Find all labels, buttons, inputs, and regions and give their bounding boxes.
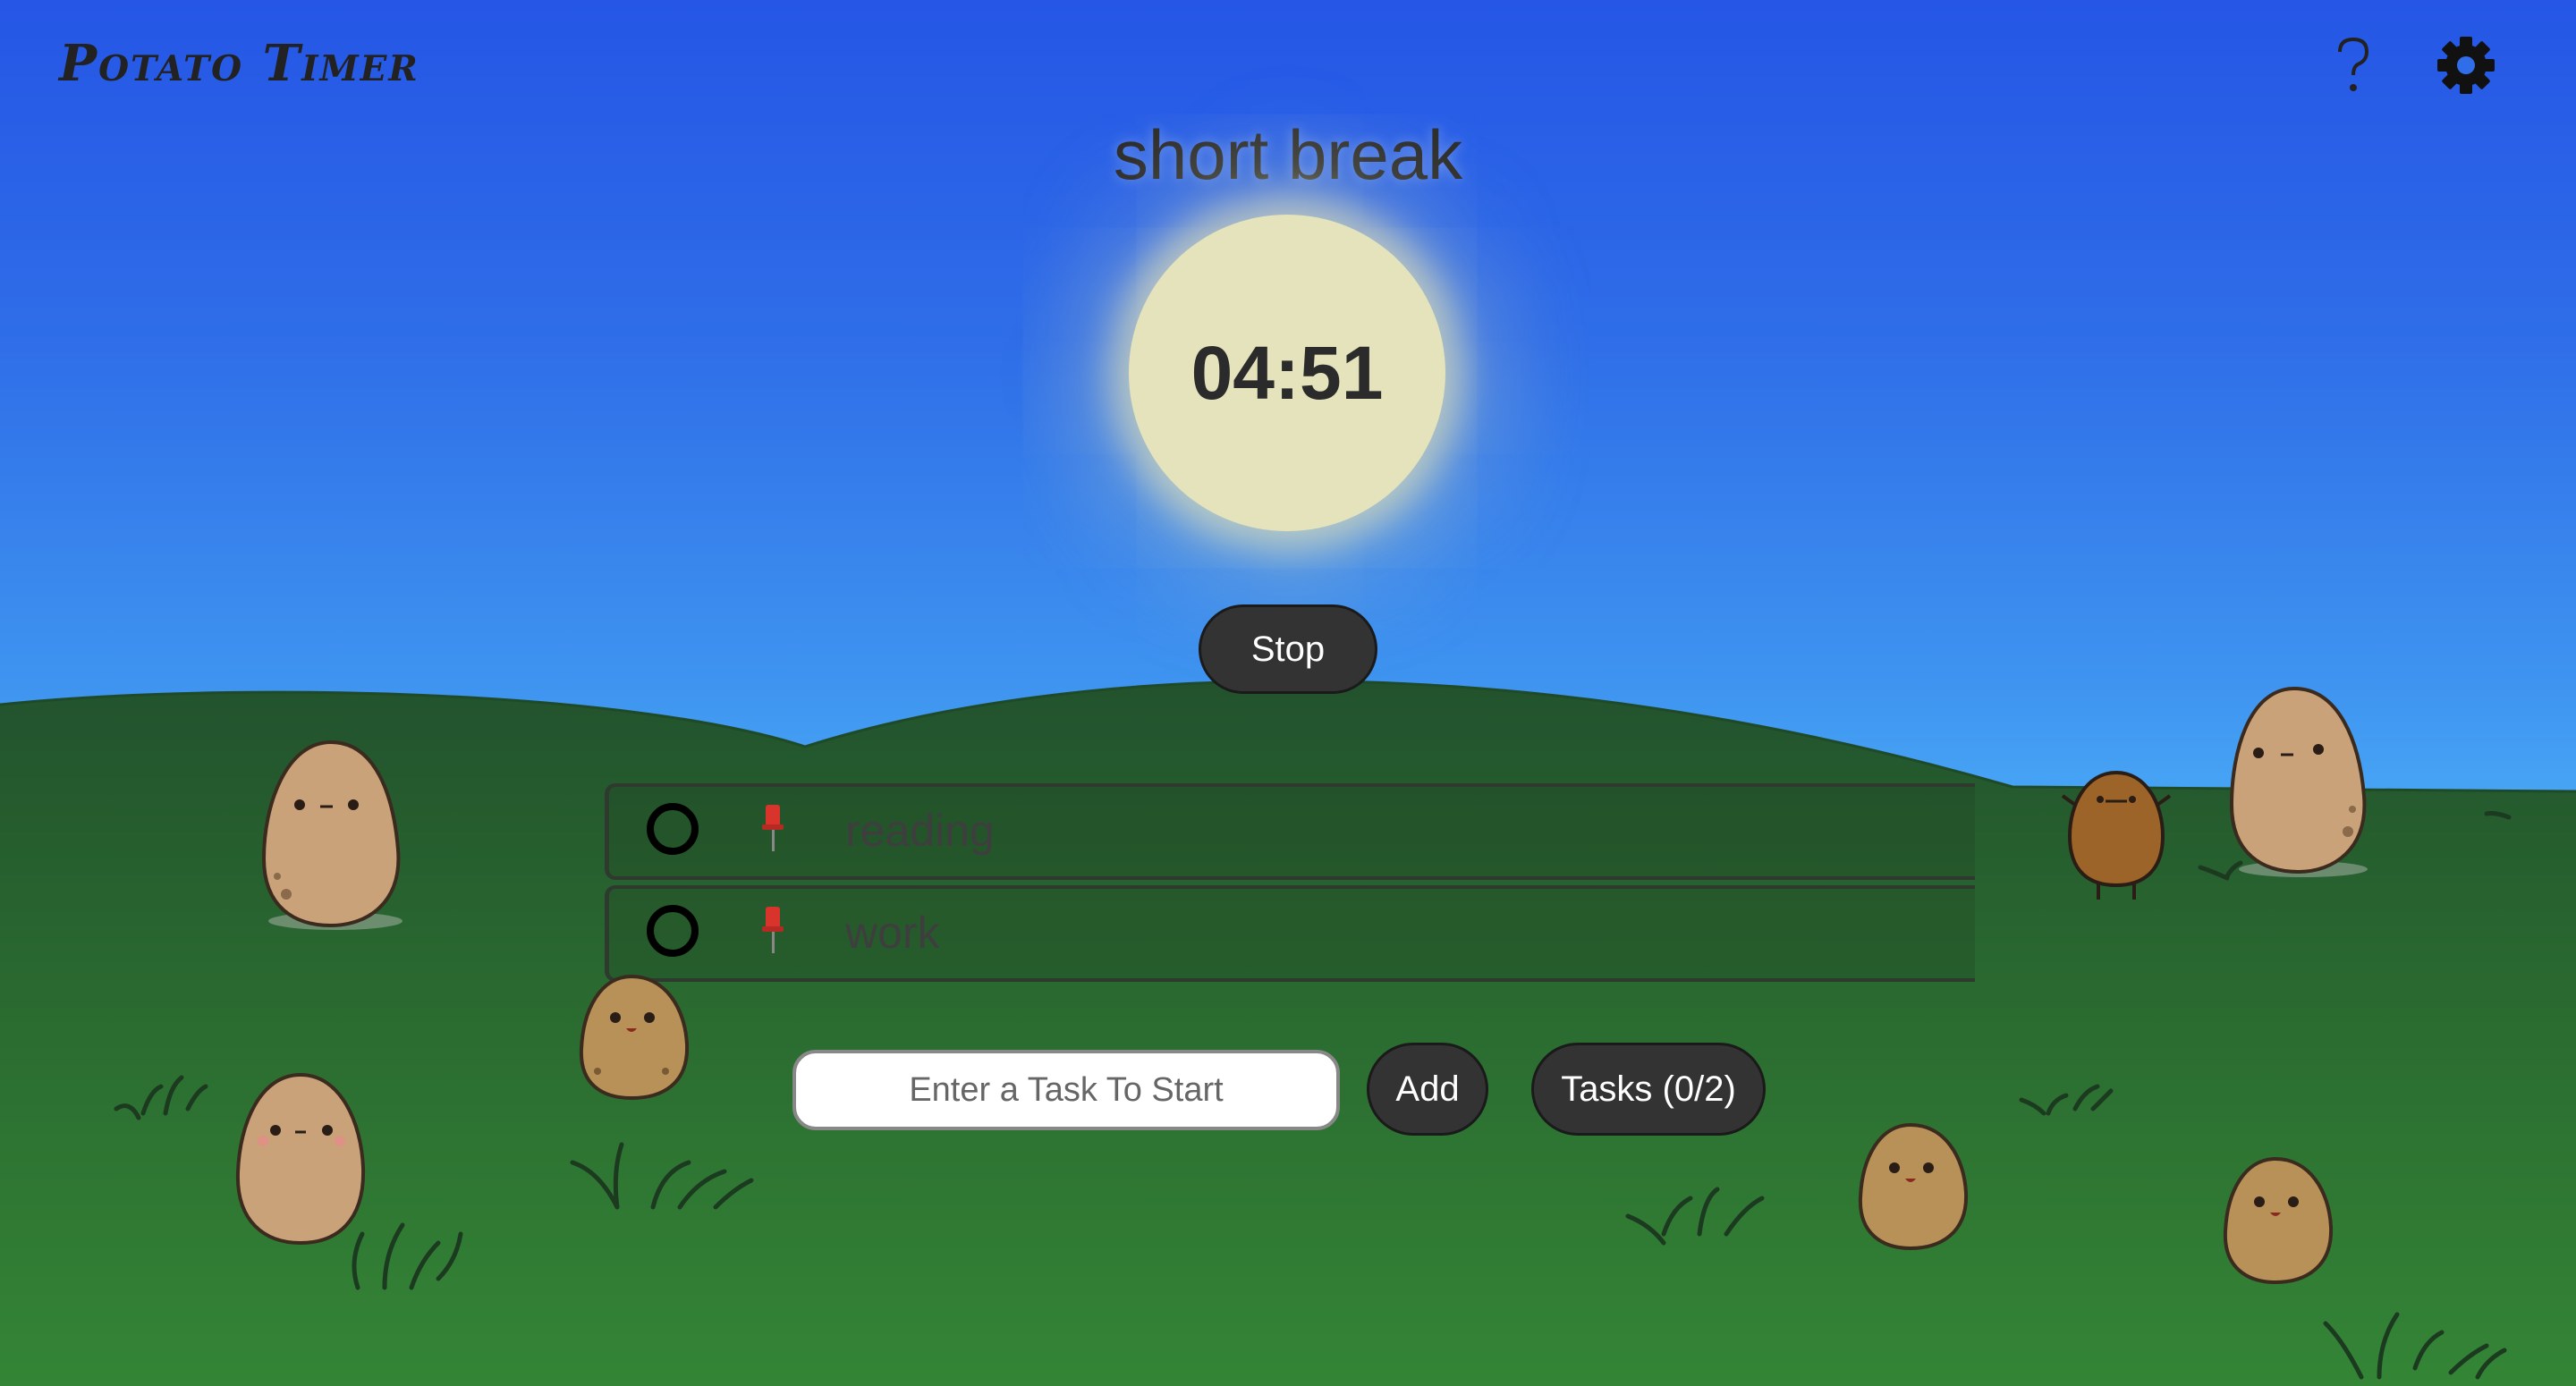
timer-sun: 04:51 [1129,215,1445,531]
potato-character [2229,686,2368,877]
potato-character [261,739,402,930]
tasks-toggle-button[interactable]: Tasks (0/2) [1531,1043,1766,1136]
task-label: work [845,908,940,958]
add-button[interactable]: Add [1367,1043,1488,1136]
question-mark-icon[interactable] [2331,34,2376,97]
task-list: reading work [605,783,1975,987]
potato-character [579,974,690,1101]
task-label: reading [845,806,995,856]
stop-button[interactable]: Stop [1199,604,1377,694]
pin-icon[interactable] [759,905,786,955]
task-row: reading [605,783,1975,880]
timer-display: 04:51 [1191,330,1384,415]
potato-character [2061,770,2172,900]
app-title: Potato Timer [59,34,419,93]
potato-character [1858,1122,1969,1251]
pin-icon[interactable] [759,803,786,853]
task-checkbox[interactable] [647,803,699,855]
task-row: work [605,885,1975,982]
potato-character [235,1072,366,1246]
task-input[interactable] [792,1050,1340,1130]
task-checkbox[interactable] [647,905,699,957]
timer-mode-title: short break [1113,115,1463,194]
gear-icon[interactable] [2435,34,2497,97]
potato-character [2223,1156,2334,1285]
